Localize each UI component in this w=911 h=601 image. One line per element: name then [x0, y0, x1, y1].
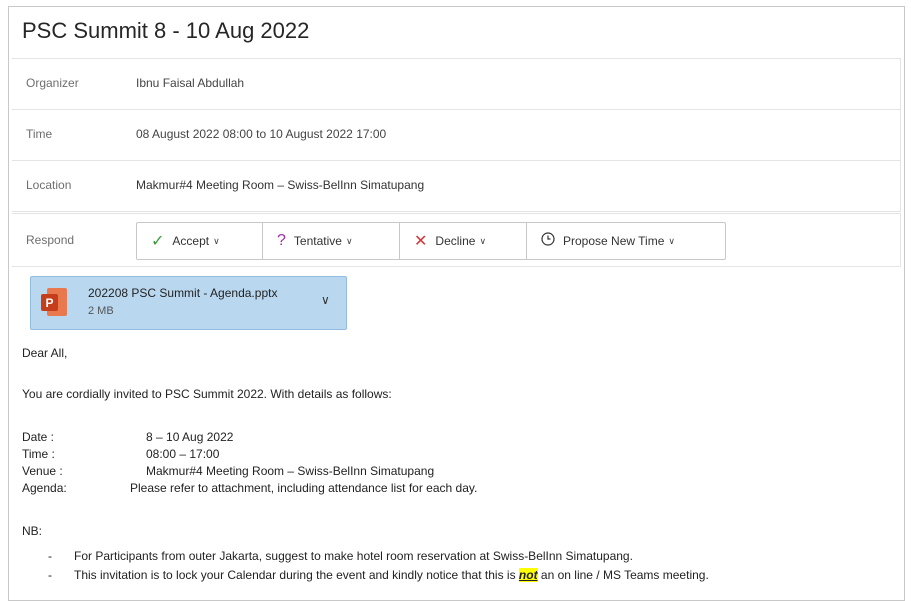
x-icon: ✕: [414, 233, 428, 250]
decline-button[interactable]: ✕ Decline ∨: [400, 223, 527, 259]
time-row: Time 08 August 2022 08:00 to 10 August 2…: [12, 109, 901, 161]
agenda-label: Agenda:: [22, 481, 67, 495]
nb-item-2-post: an on line / MS Teams meeting.: [540, 568, 709, 582]
time-value-body: 08:00 – 17:00: [146, 447, 220, 461]
organizer-name[interactable]: Ibnu Faisal Abdullah: [136, 76, 244, 90]
respond-label: Respond: [26, 233, 75, 247]
respond-button-group: ✓ Accept ∨ ? Tentative ∨ ✕ Decline ∨ Pro…: [136, 222, 726, 260]
respond-row: Respond ✓ Accept ∨ ? Tentative ∨ ✕ Decli…: [12, 213, 901, 267]
chevron-down-icon: ∨: [345, 235, 353, 246]
nb-item-2-pre: This invitation is to lock your Calendar…: [74, 568, 516, 582]
propose-new-time-button[interactable]: Propose New Time ∨: [527, 223, 725, 259]
intro-text: You are cordially invited to PSC Summit …: [22, 387, 392, 401]
greeting: Dear All,: [22, 346, 68, 360]
venue-label: Venue :: [22, 464, 63, 478]
chevron-down-icon: ∨: [668, 235, 675, 246]
date-value: 8 – 10 Aug 2022: [146, 430, 234, 444]
nb-label: NB:: [22, 524, 43, 538]
nb-item-1: For Participants from outer Jakarta, sug…: [74, 549, 633, 563]
chevron-down-icon: ∨: [213, 235, 220, 246]
nb-item-2: This invitation is to lock your Calendar…: [74, 568, 709, 582]
accept-button[interactable]: ✓ Accept ∨: [137, 223, 263, 259]
location-row: Location Makmur#4 Meeting Room – Swiss-B…: [12, 160, 901, 212]
location-value: Makmur#4 Meeting Room – Swiss-BelInn Sim…: [136, 178, 425, 192]
powerpoint-icon: P: [41, 288, 67, 316]
highlighted-not: not: [518, 568, 538, 582]
bullet-dash: -: [48, 568, 52, 582]
clock-icon: [541, 231, 555, 251]
chevron-down-icon: ∨: [479, 235, 487, 246]
decline-label: Decline: [435, 234, 476, 248]
time-value: 08 August 2022 08:00 to 10 August 2022 1…: [136, 127, 387, 141]
meeting-title: PSC Summit 8 - 10 Aug 2022: [22, 18, 310, 43]
location-label: Location: [26, 178, 72, 192]
organizer-row: Organizer Ibnu Faisal Abdullah: [12, 58, 901, 110]
date-label: Date :: [22, 430, 55, 444]
venue-value: Makmur#4 Meeting Room – Swiss-BelInn Sim…: [146, 464, 435, 478]
chevron-down-icon[interactable]: ∨: [321, 293, 330, 307]
svg-text:P: P: [45, 296, 53, 310]
agenda-value: Please refer to attachment, including at…: [130, 481, 478, 495]
time-label: Time: [26, 127, 53, 141]
attachment-size: 2 MB: [88, 305, 114, 317]
checkmark-icon: ✓: [151, 233, 165, 250]
propose-label: Propose New Time: [563, 234, 665, 248]
time-label-body: Time :: [22, 447, 55, 461]
attachment-card[interactable]: P 202208 PSC Summit - Agenda.pptx 2 MB ∨: [30, 276, 347, 330]
accept-label: Accept: [172, 234, 210, 248]
attachment-name: 202208 PSC Summit - Agenda.pptx: [88, 286, 278, 300]
tentative-button[interactable]: ? Tentative ∨: [263, 223, 400, 259]
tentative-label: Tentative: [293, 234, 342, 248]
question-icon: ?: [277, 232, 286, 249]
bullet-dash: -: [48, 549, 52, 563]
organizer-label: Organizer: [26, 76, 79, 90]
